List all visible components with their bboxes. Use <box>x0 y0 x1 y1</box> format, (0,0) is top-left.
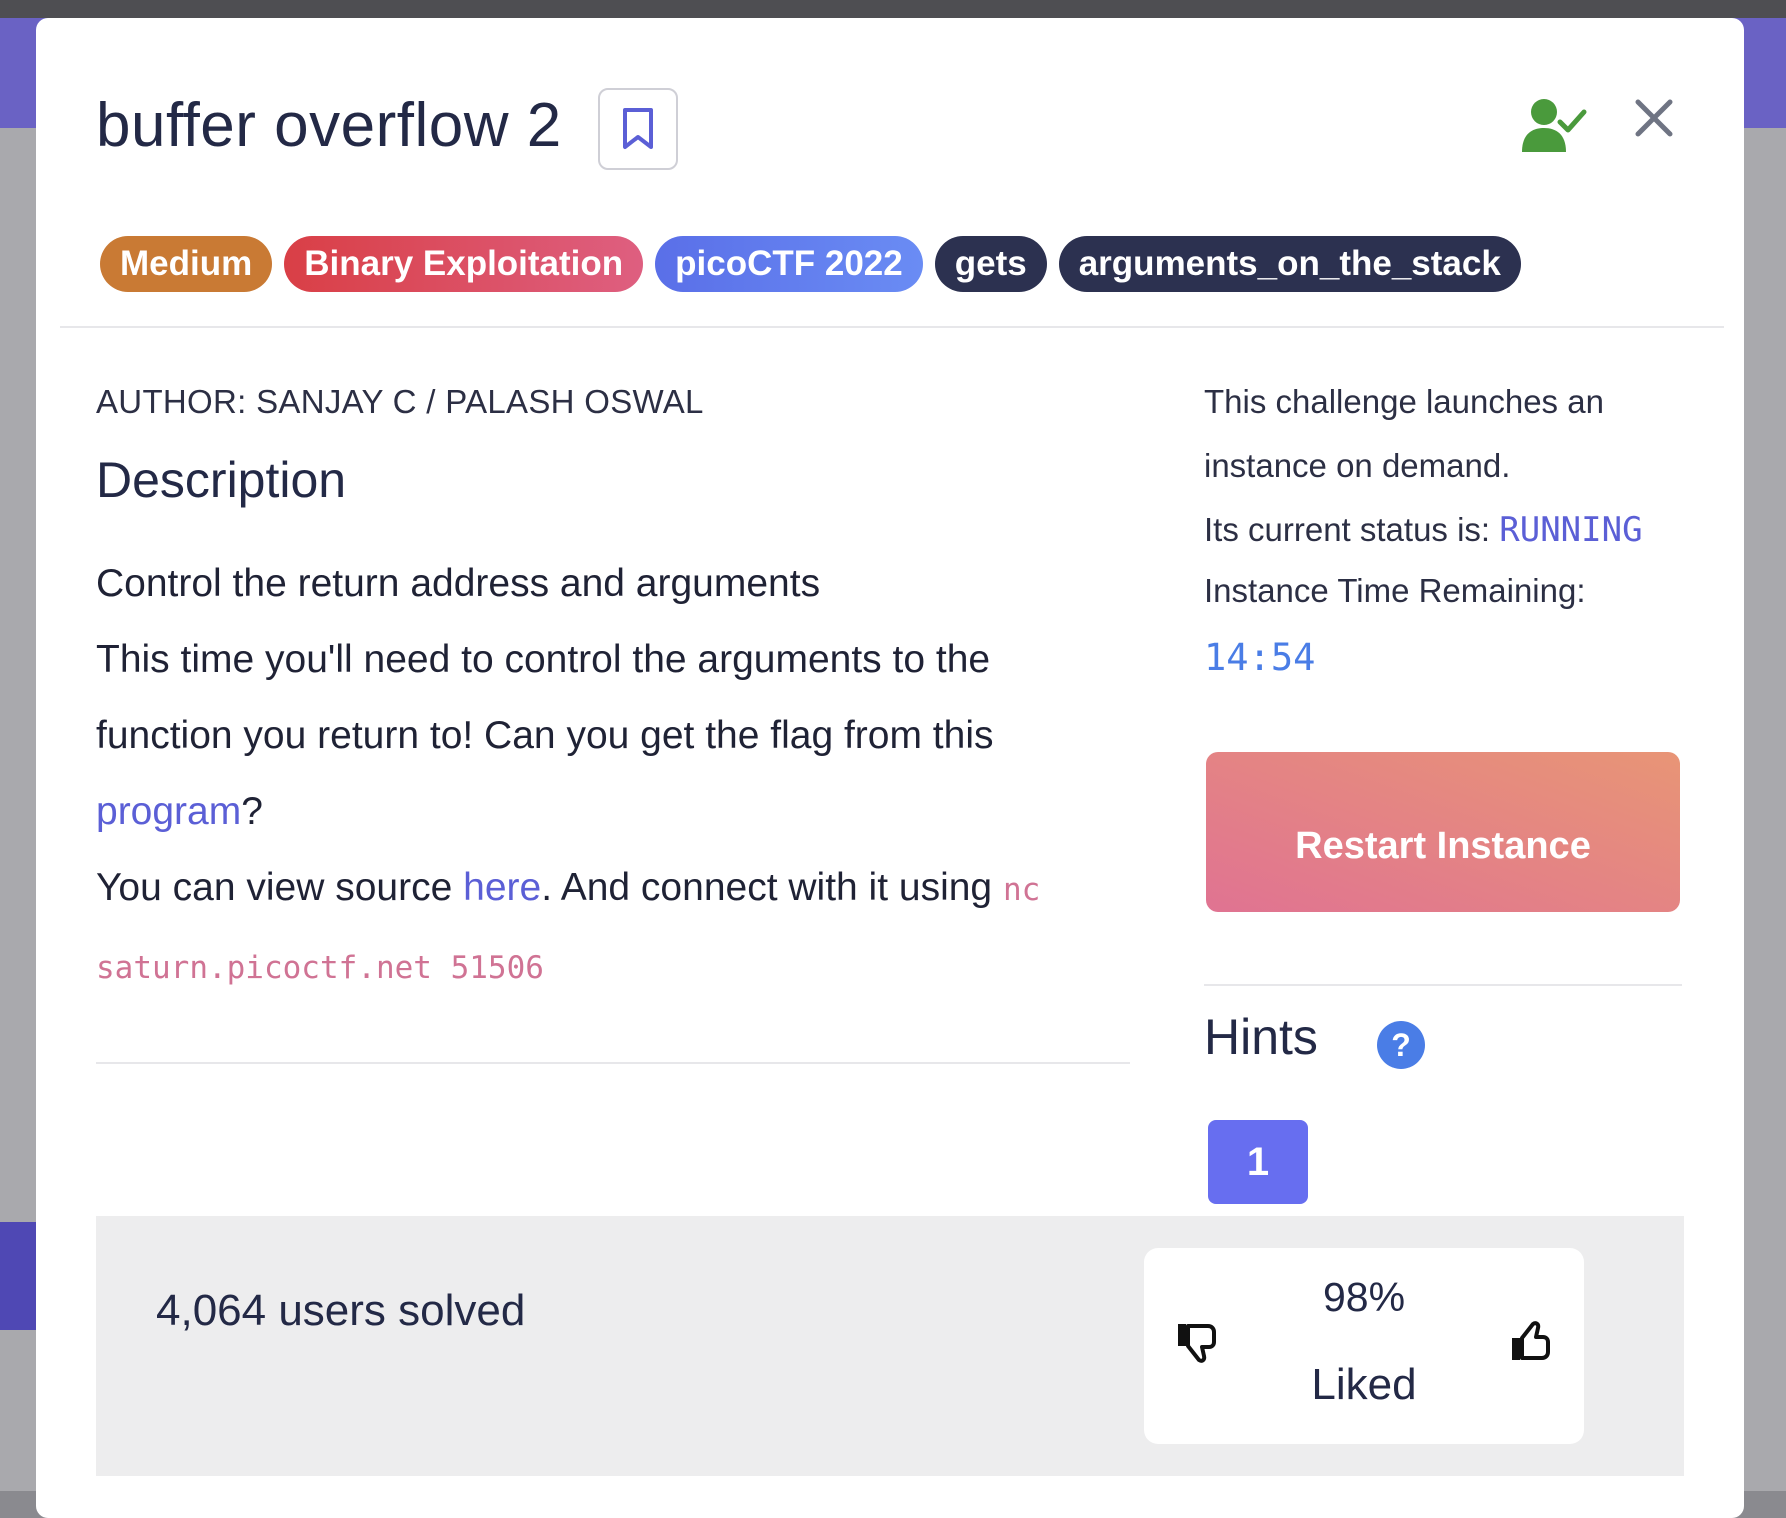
browser-top-bar <box>0 0 1786 18</box>
instance-divider <box>1204 984 1682 986</box>
description-line: You can view source here. And connect wi… <box>96 850 1126 1006</box>
question-circle-icon[interactable]: ? <box>1376 1020 1426 1070</box>
tag-topic[interactable]: arguments_on_the_stack <box>1058 236 1521 292</box>
liked-percent: 98% <box>1322 1274 1406 1320</box>
bookmark-icon <box>623 108 653 149</box>
description-text: This time you'll need to control the arg… <box>96 638 994 757</box>
tag-topic[interactable]: gets <box>934 236 1047 292</box>
restart-instance-button[interactable]: Restart Instance <box>1206 752 1680 912</box>
time-remaining-label: Instance Time Remaining: <box>1204 572 1586 609</box>
hints-heading: Hints <box>1204 1009 1318 1065</box>
thumbs-up-icon[interactable] <box>1508 1318 1556 1366</box>
thumbs-down-icon[interactable] <box>1174 1318 1222 1366</box>
users-solved-count: 4,064 users solved <box>156 1286 526 1335</box>
description-text: . And connect with it using <box>541 866 1003 909</box>
stats-panel: 4,064 users solved 98% Liked <box>96 1216 1684 1476</box>
liked-label: Liked <box>1311 1360 1417 1409</box>
challenge-modal: buffer overflow 2 Medium Binary Exploita… <box>36 18 1744 1518</box>
svg-text:?: ? <box>1391 1027 1411 1063</box>
instance-status: Its current status is: RUNNING <box>1204 498 1674 562</box>
close-icon[interactable] <box>1632 96 1676 140</box>
description-body: Control the return address and arguments… <box>96 546 1126 1006</box>
tag-event[interactable]: picoCTF 2022 <box>655 236 923 292</box>
challenge-title: buffer overflow 2 <box>96 91 562 160</box>
instance-panel: This challenge launches an instance on d… <box>1204 370 1674 679</box>
time-remaining-value: 14:54 <box>1204 636 1316 679</box>
status-label: Its current status is: <box>1204 511 1500 548</box>
description-text: You can view source <box>96 866 464 909</box>
tag-list: Medium Binary Exploitation picoCTF 2022 … <box>100 236 1521 292</box>
description-divider <box>96 1062 1130 1064</box>
background-left-band <box>0 1222 40 1330</box>
description-text: ? <box>241 790 263 833</box>
tag-difficulty[interactable]: Medium <box>100 236 273 292</box>
bookmark-button[interactable] <box>598 88 678 170</box>
description-line: This time you'll need to control the arg… <box>96 622 1126 850</box>
tag-category[interactable]: Binary Exploitation <box>284 236 644 292</box>
header-divider <box>60 326 1724 328</box>
status-value: RUNNING <box>1499 510 1643 550</box>
like-card: 98% Liked <box>1144 1248 1584 1444</box>
hint-button-1[interactable]: 1 <box>1208 1120 1308 1204</box>
description-line: Control the return address and arguments <box>96 562 821 605</box>
description-heading: Description <box>96 452 347 508</box>
instance-launch-text: This challenge launches an instance on d… <box>1204 383 1604 484</box>
source-link[interactable]: here <box>463 866 541 909</box>
author-line: AUTHOR: SANJAY C / PALASH OSWAL <box>96 383 704 420</box>
user-check-icon <box>1522 99 1587 152</box>
program-link[interactable]: program <box>96 790 241 833</box>
